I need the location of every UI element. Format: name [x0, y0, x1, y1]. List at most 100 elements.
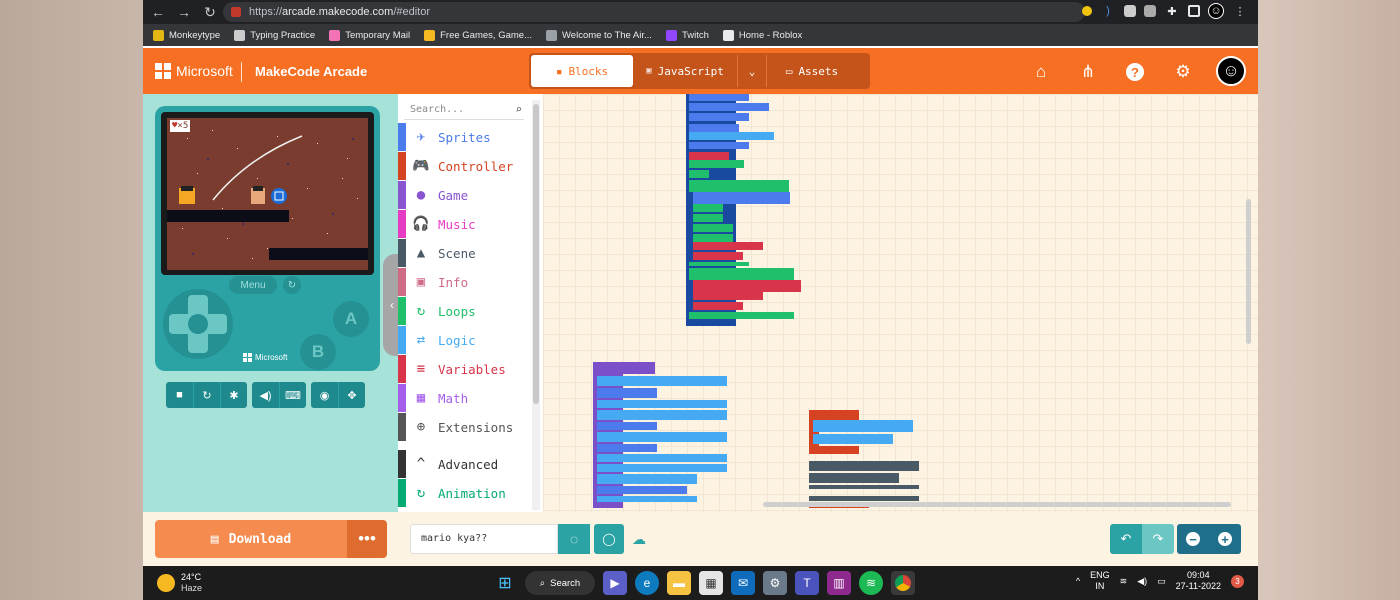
meet-icon[interactable]: ▶: [603, 571, 627, 595]
file-explorer-icon[interactable]: ▬: [667, 571, 691, 595]
spotify-icon[interactable]: ≋: [859, 571, 883, 595]
tab-blocks[interactable]: ▪ Blocks: [531, 55, 633, 87]
profile-avatar-icon[interactable]: ☺: [1208, 3, 1224, 19]
help-icon[interactable]: ?: [1124, 61, 1146, 83]
toolbox-category-sprites[interactable]: ✈ Sprites: [398, 123, 532, 151]
forward-icon[interactable]: →: [173, 1, 195, 23]
keyboard-icon[interactable]: ⌨: [279, 382, 306, 408]
toolbox-search-input[interactable]: Search... ⌕: [404, 100, 524, 120]
bug-icon[interactable]: ✱: [220, 382, 247, 408]
toolbox-category-advanced[interactable]: ^ Advanced: [398, 450, 532, 478]
toolbox-scrollbar[interactable]: [532, 100, 540, 510]
microsoft-logo[interactable]: Microsoft: [155, 63, 233, 79]
bookmark-item[interactable]: Typing Practice: [234, 29, 315, 41]
category-color-bar: [398, 239, 406, 267]
taskbar-search[interactable]: ⌕ Search: [525, 571, 595, 595]
volume-icon[interactable]: ◀): [252, 382, 279, 408]
edge-icon[interactable]: e: [635, 571, 659, 595]
bookmark-item[interactable]: Temporary Mail: [329, 29, 410, 41]
bookmark-item[interactable]: Home - Roblox: [722, 29, 802, 41]
bookmark-item[interactable]: Free Games, Game...: [424, 29, 532, 41]
menu-dots-icon[interactable]: ⋮: [1232, 3, 1248, 19]
extension-icon[interactable]: [1082, 6, 1092, 16]
toolbox-category-scene[interactable]: ▲ Scene: [398, 239, 532, 267]
winrar-icon[interactable]: ▥: [827, 571, 851, 595]
undo-button[interactable]: ↶: [1110, 524, 1142, 554]
restart-icon[interactable]: ↻: [193, 382, 220, 408]
clock[interactable]: 09:04 27-11-2022: [1176, 570, 1221, 592]
weather-widget[interactable]: 24°C Haze: [157, 572, 202, 594]
mail-icon[interactable]: ✉: [731, 571, 755, 595]
menu-button[interactable]: Menu: [229, 276, 277, 294]
home-icon[interactable]: ⌂: [1030, 61, 1052, 83]
fullscreen-icon[interactable]: ✥: [338, 382, 365, 408]
header-divider: [241, 62, 242, 82]
toolbox-category-info[interactable]: ▣ Info: [398, 268, 532, 296]
tab-assets[interactable]: ▭ Assets: [767, 55, 857, 87]
bookmark-item[interactable]: Welcome to The Air...: [546, 29, 652, 41]
stop-icon[interactable]: ■: [166, 382, 193, 408]
project-name-input[interactable]: mario kya??: [410, 524, 558, 554]
redo-button[interactable]: ↷: [1142, 524, 1174, 554]
side-panel-icon[interactable]: [1188, 5, 1200, 17]
save-button[interactable]: ◌: [558, 524, 590, 554]
game-area[interactable]: ♥×5: [167, 118, 368, 270]
github-button[interactable]: ◯: [594, 524, 624, 554]
windows-start-icon[interactable]: ⊞: [493, 571, 517, 595]
toolbox-category-variables[interactable]: ≡ Variables: [398, 355, 532, 383]
reload-icon[interactable]: ↻: [199, 1, 221, 23]
extension-icon[interactable]: [1124, 5, 1136, 17]
workspace-vertical-scrollbar[interactable]: [1246, 199, 1251, 344]
store-icon[interactable]: ▦: [699, 571, 723, 595]
toolbox-category-animation[interactable]: ↻ Animation: [398, 479, 532, 507]
math-icon: ▦: [416, 390, 426, 406]
download-more-button[interactable]: •••: [347, 520, 387, 558]
app-title[interactable]: MakeCode Arcade: [255, 64, 367, 79]
wifi-icon[interactable]: ≋: [1120, 576, 1128, 587]
workspace-horizontal-scrollbar[interactable]: [763, 502, 1231, 507]
blocks-workspace[interactable]: [543, 94, 1258, 512]
toolbox-category-math[interactable]: ▦ Math: [398, 384, 532, 412]
toolbox-category-controller[interactable]: 🎮 Controller: [398, 152, 532, 180]
user-avatar[interactable]: ☺: [1216, 56, 1246, 86]
settings-icon[interactable]: ⚙: [763, 571, 787, 595]
b-button[interactable]: B: [300, 334, 336, 370]
bookmark-item[interactable]: Monkeytype: [153, 29, 220, 41]
puzzle-icon[interactable]: ✚: [1164, 3, 1180, 19]
address-bar[interactable]: https://arcade.makecode.com/#editor: [223, 2, 1085, 22]
chevron-up-icon[interactable]: ^: [1076, 576, 1080, 586]
teams-icon[interactable]: T: [795, 571, 819, 595]
wifi-extension-icon[interactable]: ): [1100, 3, 1116, 19]
windows-taskbar: 24°C Haze ⊞ ⌕ Search ▶ e ▬ ▦ ✉ ⚙ T ▥ ≋ ^ …: [143, 566, 1258, 600]
toolbox-category-extensions[interactable]: ⊕ Extensions: [398, 413, 532, 441]
language-dropdown[interactable]: ⌄: [737, 55, 767, 87]
toolbox-category-logic[interactable]: ⇄ Logic: [398, 326, 532, 354]
zoom-in-button[interactable]: +: [1209, 524, 1241, 554]
extensions-area: ) ✚ ☺ ⋮: [1082, 3, 1248, 19]
zoom-out-button[interactable]: −: [1177, 524, 1209, 554]
chrome-icon[interactable]: [891, 571, 915, 595]
game-screen[interactable]: ♥×5: [161, 112, 374, 275]
bookmark-item[interactable]: Twitch: [665, 29, 709, 41]
simulator-toolbar: ■ ↻ ✱ ◀) ⌨ ◉ ✥: [166, 382, 365, 408]
notification-badge[interactable]: 3: [1231, 574, 1244, 588]
toolbox-category-music[interactable]: 🎧 Music: [398, 210, 532, 238]
restart-icon[interactable]: ↻: [283, 276, 301, 294]
cloud-icon[interactable]: ☁: [632, 531, 646, 548]
bookmarks-bar: Monkeytype Typing Practice Temporary Mai…: [143, 24, 1258, 46]
back-icon[interactable]: ←: [147, 1, 169, 23]
gear-icon[interactable]: ⚙: [1172, 61, 1194, 83]
a-button[interactable]: A: [333, 301, 369, 337]
toolbox-category-loops[interactable]: ↻ Loops: [398, 297, 532, 325]
volume-icon[interactable]: ◀): [1137, 576, 1147, 587]
language-indicator[interactable]: ENG IN: [1090, 570, 1110, 592]
tab-javascript[interactable]: ▣ JavaScript: [633, 55, 737, 87]
dpad-control[interactable]: [163, 289, 233, 359]
camera-icon[interactable]: ◉: [311, 382, 338, 408]
toolbox-category-game[interactable]: ● Game: [398, 181, 532, 209]
extension-icon[interactable]: [1144, 5, 1156, 17]
battery-icon[interactable]: ▭: [1157, 576, 1166, 587]
share-icon[interactable]: ⋔: [1077, 61, 1099, 83]
download-button[interactable]: ▤ Download: [155, 520, 347, 558]
code-blocks[interactable]: [543, 94, 1258, 512]
